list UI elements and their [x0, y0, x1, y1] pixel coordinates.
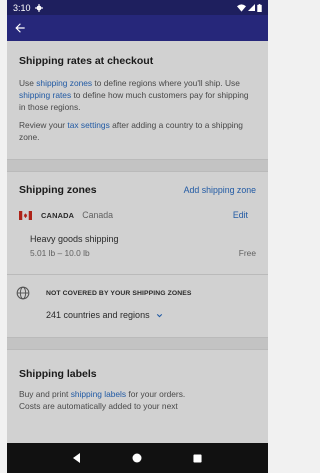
shipping-labels-title: Shipping labels — [19, 368, 97, 380]
shipping-rate-item[interactable]: Heavy goods shipping 5.01 lb – 10.0 lb F… — [7, 224, 268, 274]
rate-price: Free — [238, 248, 256, 258]
shipping-labels-link[interactable]: shipping labels — [71, 389, 126, 399]
back-triangle-icon[interactable] — [71, 452, 83, 464]
shipping-rates-section: Shipping rates at checkout Use shipping … — [7, 41, 268, 159]
status-bar: 3:10 — [7, 0, 268, 15]
scroll-content[interactable]: Shipping rates at checkout Use shipping … — [7, 41, 268, 443]
arrow-back-icon[interactable] — [13, 21, 27, 35]
text-segment: to define regions where you'll ship. Use — [92, 78, 240, 88]
settings-gear-icon — [34, 3, 43, 12]
tax-settings-link[interactable]: tax settings — [67, 120, 109, 130]
text-segment: for your orders. — [126, 389, 186, 399]
zone-country-code: CANADA — [41, 210, 75, 220]
canada-flag-icon — [19, 210, 32, 220]
not-covered-label: NOT COVERED BY YOUR SHIPPING ZONES — [46, 289, 192, 297]
text-segment: Costs are automatically added to your ne… — [19, 401, 178, 411]
rate-weight-range: 5.01 lb – 10.0 lb — [30, 248, 90, 258]
recents-square-icon[interactable] — [192, 452, 204, 464]
edit-zone-button[interactable]: Edit — [224, 206, 256, 224]
wifi-icon — [237, 3, 246, 12]
shipping-labels-section: Shipping labels Buy and print shipping l… — [7, 350, 268, 412]
shipping-rates-description: Use shipping zones to define regions whe… — [19, 77, 256, 113]
home-circle-icon[interactable] — [131, 452, 143, 464]
zone-row-canada: CANADA Canada Edit — [7, 196, 268, 224]
add-shipping-zone-button[interactable]: Add shipping zone — [184, 185, 256, 195]
text-segment: Review your — [19, 120, 68, 130]
not-covered-countries-count: 241 countries and regions — [46, 310, 150, 320]
text-segment: Use — [19, 78, 37, 88]
rate-name: Heavy goods shipping — [30, 234, 119, 244]
shipping-rates-title: Shipping rates at checkout — [19, 55, 154, 67]
chevron-down-icon[interactable] — [155, 311, 164, 320]
shipping-labels-description: Buy and print shipping labels for your o… — [19, 388, 256, 412]
shipping-zones-header: Shipping zones Add shipping zone — [7, 172, 268, 196]
shipping-zones-link[interactable]: shipping zones — [36, 78, 92, 88]
globe-icon — [16, 286, 30, 300]
system-nav-bar — [7, 443, 268, 473]
tax-settings-note: Review your tax settings after adding a … — [19, 119, 256, 159]
cell-signal-icon — [248, 4, 255, 11]
battery-icon — [257, 3, 262, 12]
shipping-rates-link[interactable]: shipping rates — [19, 90, 71, 100]
not-covered-countries-toggle[interactable]: 241 countries and regions — [7, 300, 268, 337]
screen: 3:10 Shipping rates at checkout Use ship… — [7, 0, 268, 473]
app-bar — [7, 15, 268, 41]
zone-country-name: Canada — [82, 210, 114, 220]
text-segment: Buy and print — [19, 389, 71, 399]
not-covered-header: NOT COVERED BY YOUR SHIPPING ZONES — [7, 275, 268, 300]
status-time: 3:10 — [13, 2, 31, 13]
section-divider — [7, 337, 268, 350]
section-divider — [7, 159, 268, 172]
shipping-zones-title: Shipping zones — [19, 184, 97, 196]
